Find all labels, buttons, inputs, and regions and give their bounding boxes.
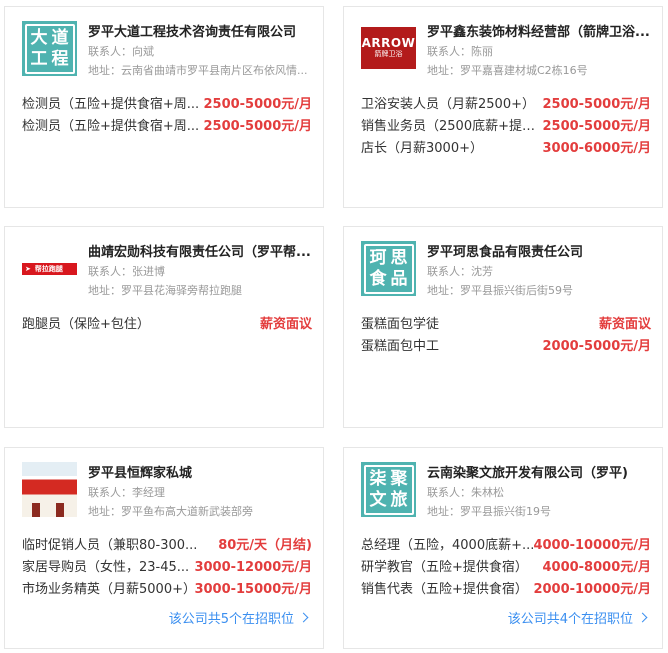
job-salary: 薪资面议 — [598, 317, 651, 332]
job-item[interactable]: 临时促销人员（兼职80-300... 80元/天（月结) — [22, 535, 312, 557]
job-title: 检测员（五险+提供食宿+周... — [22, 97, 200, 112]
company-address: 地址：罗平嘉喜建材城C2栋16号 — [427, 64, 588, 77]
job-title: 蛋糕面包学徒 — [361, 317, 440, 332]
job-salary: 2500-5000元/月 — [542, 119, 651, 134]
job-salary: 2500-5000元/月 — [542, 97, 651, 112]
company-name[interactable]: 罗平大道工程技术咨询责任有限公司 — [88, 21, 312, 40]
job-item[interactable]: 蛋糕面包学徒 薪资面议 — [361, 314, 651, 336]
company-address: 地址：罗平鱼布高大道新武装部旁 — [88, 505, 253, 518]
job-item[interactable]: 销售代表（五险+提供食宿） 2000-10000元/月 — [361, 579, 651, 601]
company-name[interactable]: 罗平珂思食品有限责任公司 — [427, 241, 651, 260]
job-item[interactable]: 卫浴安装人员（月薪2500+） 2500-5000元/月 — [361, 94, 651, 116]
job-title: 销售业务员（2500底薪+提成... — [361, 119, 539, 134]
job-salary: 2000-10000元/月 — [533, 582, 651, 597]
contact-person: 联系人：李经理 — [88, 486, 165, 499]
job-item[interactable]: 家居导购员（女性，23-45... 3000-12000元/月 — [22, 557, 312, 579]
more-jobs-link[interactable]: 该公司共5个在招职位 — [169, 608, 309, 627]
chevron-right-icon — [637, 612, 648, 623]
job-title: 卫浴安装人员（月薪2500+） — [361, 97, 535, 112]
job-title: 研学教官（五险+提供食宿） — [361, 560, 528, 575]
job-item[interactable]: 研学教官（五险+提供食宿） 4000-8000元/月 — [361, 557, 651, 579]
job-title: 店长（月薪3000+） — [361, 141, 483, 156]
company-logo[interactable]: 大 道 工 程 — [22, 21, 77, 76]
company-logo[interactable] — [22, 462, 77, 517]
company-address: 地址：云南省曲靖市罗平县南片区布依风情... — [88, 64, 308, 77]
job-list: 临时促销人员（兼职80-300... 80元/天（月结) 家居导购员（女性，23… — [22, 535, 312, 601]
company-address: 地址：罗平县振兴街后街59号 — [427, 284, 573, 297]
job-title: 蛋糕面包中工 — [361, 339, 440, 354]
job-salary: 4000-8000元/月 — [542, 560, 651, 575]
company-name[interactable]: 云南染聚文旅开发有限公司（罗平) — [427, 462, 651, 481]
job-item[interactable]: 销售业务员（2500底薪+提成... 2500-5000元/月 — [361, 116, 651, 138]
job-list: 总经理（五险，4000底薪+... 4000-10000元/月 研学教官（五险+… — [361, 535, 651, 601]
company-card[interactable]: ➤ 帮拉跑腿 曲靖宏勋科技有限责任公司（罗平帮... 联系人：张进博 地址：罗平县… — [4, 226, 324, 428]
job-item[interactable]: 市场业务精英（月薪5000+） 3000-15000元/月 — [22, 579, 312, 601]
job-item[interactable]: 跑腿员（保险+包住） 薪资面议 — [22, 314, 312, 336]
job-salary: 2000-5000元/月 — [542, 339, 651, 354]
job-title: 检测员（五险+提供食宿+周... — [22, 119, 200, 134]
more-jobs-link[interactable]: 该公司共4个在招职位 — [508, 608, 648, 627]
job-salary: 2500-5000元/月 — [203, 97, 312, 112]
job-salary: 80元/天（月结) — [218, 538, 312, 553]
job-title: 跑腿员（保险+包住） — [22, 317, 150, 332]
company-card[interactable]: 珂 思 食 品 罗平珂思食品有限责任公司 联系人：沈芳 地址：罗平县振兴街后街5… — [343, 226, 663, 428]
contact-person: 联系人：沈芳 — [427, 265, 493, 278]
job-salary: 4000-10000元/月 — [533, 538, 651, 553]
contact-person: 联系人：张进博 — [88, 265, 165, 278]
job-item[interactable]: 蛋糕面包中工 2000-5000元/月 — [361, 336, 651, 358]
job-salary: 3000-15000元/月 — [194, 582, 312, 597]
contact-person: 联系人：陈丽 — [427, 45, 493, 58]
job-item[interactable]: 店长（月薪3000+） 3000-6000元/月 — [361, 138, 651, 160]
contact-person: 联系人：向斌 — [88, 45, 154, 58]
chevron-right-icon — [298, 612, 309, 623]
company-card[interactable]: ARROW 箭牌卫浴 罗平鑫东装饰材料经营部（箭牌卫浴... 联系人：陈丽 地址… — [343, 6, 663, 208]
job-item[interactable]: 总经理（五险，4000底薪+... 4000-10000元/月 — [361, 535, 651, 557]
job-salary: 薪资面议 — [259, 317, 312, 332]
company-card[interactable]: 柒 聚 文 旅 云南染聚文旅开发有限公司（罗平) 联系人：朱林松 地址：罗平县振… — [343, 447, 663, 649]
job-title: 销售代表（五险+提供食宿） — [361, 582, 528, 597]
job-title: 家居导购员（女性，23-45... — [22, 560, 190, 575]
job-salary: 3000-12000元/月 — [194, 560, 312, 575]
job-salary: 2500-5000元/月 — [203, 119, 312, 134]
job-list: 蛋糕面包学徒 薪资面议 蛋糕面包中工 2000-5000元/月 — [361, 314, 651, 358]
company-card[interactable]: 大 道 工 程 罗平大道工程技术咨询责任有限公司 联系人：向斌 地址：云南省曲靖… — [4, 6, 324, 208]
job-title: 临时促销人员（兼职80-300... — [22, 538, 198, 553]
job-title: 市场业务精英（月薪5000+） — [22, 582, 196, 597]
job-list: 跑腿员（保险+包住） 薪资面议 — [22, 314, 312, 336]
contact-person: 联系人：朱林松 — [427, 486, 504, 499]
company-name[interactable]: 罗平县恒辉家私城 — [88, 462, 312, 481]
company-address: 地址：罗平县花海驿旁帮拉跑腿 — [88, 284, 242, 297]
company-name[interactable]: 罗平鑫东装饰材料经营部（箭牌卫浴... — [427, 21, 651, 40]
job-list: 卫浴安装人员（月薪2500+） 2500-5000元/月 销售业务员（2500底… — [361, 94, 651, 160]
runner-icon: ➤ — [25, 264, 31, 273]
job-list: 检测员（五险+提供食宿+周... 2500-5000元/月 检测员（五险+提供食… — [22, 94, 312, 138]
company-logo[interactable]: ➤ 帮拉跑腿 — [22, 241, 77, 296]
company-address: 地址：罗平县振兴街19号 — [427, 505, 551, 518]
job-item[interactable]: 检测员（五险+提供食宿+周... 2500-5000元/月 — [22, 94, 312, 116]
company-logo[interactable]: ARROW 箭牌卫浴 — [361, 27, 416, 69]
company-card[interactable]: 罗平县恒辉家私城 联系人：李经理 地址：罗平鱼布高大道新武装部旁 临时促销人员（… — [4, 447, 324, 649]
company-logo[interactable]: 珂 思 食 品 — [361, 241, 416, 296]
job-item[interactable]: 检测员（五险+提供食宿+周... 2500-5000元/月 — [22, 116, 312, 138]
job-salary: 3000-6000元/月 — [542, 141, 651, 156]
job-title: 总经理（五险，4000底薪+... — [361, 538, 535, 553]
company-name[interactable]: 曲靖宏勋科技有限责任公司（罗平帮... — [88, 241, 312, 260]
company-logo[interactable]: 柒 聚 文 旅 — [361, 462, 416, 517]
